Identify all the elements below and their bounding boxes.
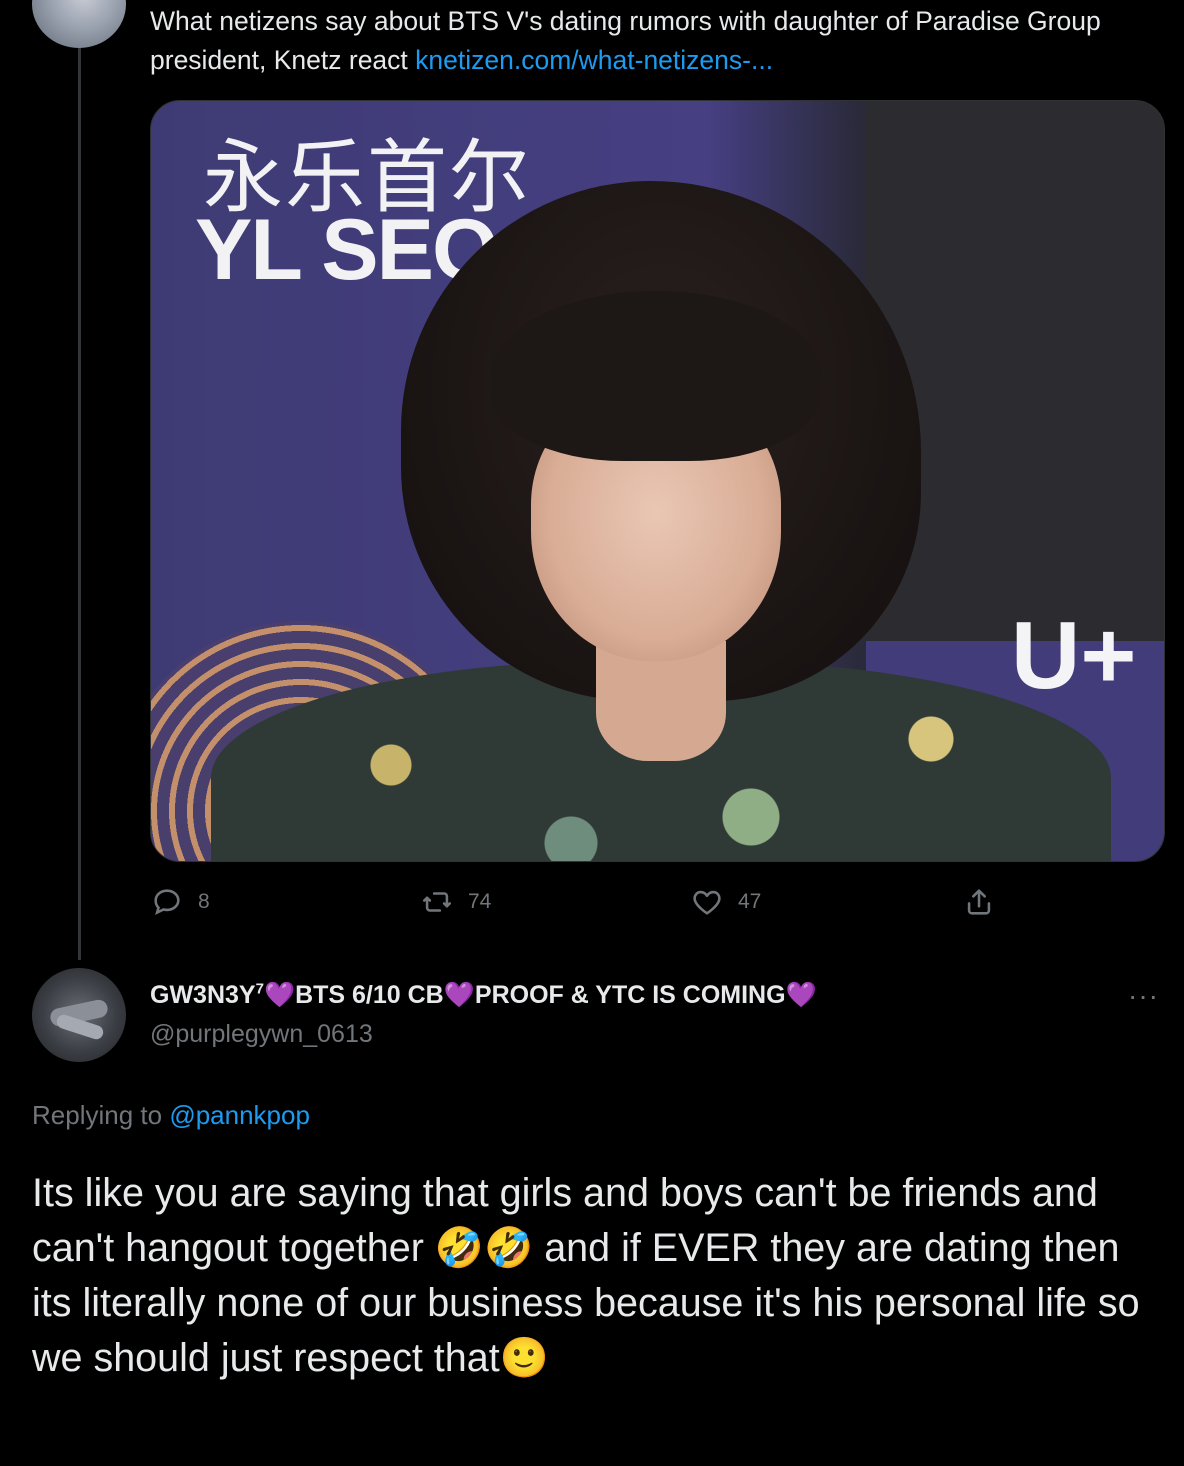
- retweet-icon: [422, 892, 452, 912]
- like-count: 47: [738, 890, 762, 913]
- thread-line: [78, 40, 81, 960]
- purple-heart-icon: 💜: [785, 980, 817, 1009]
- replying-prefix: Replying to: [32, 1100, 170, 1130]
- parent-avatar[interactable]: [32, 0, 126, 48]
- more-options-icon[interactable]: ···: [1128, 980, 1159, 1012]
- share-icon: [967, 889, 991, 915]
- backdrop-panel: [866, 101, 1164, 641]
- purple-heart-icon: 💜: [263, 980, 296, 1009]
- reply-tweet-text: Its like you are saying that girls and b…: [32, 1166, 1162, 1386]
- retweet-action[interactable]: 74: [420, 885, 491, 919]
- laughing-emoji-icon: 🤣🤣: [434, 1225, 534, 1271]
- display-name-superscript: 7: [255, 980, 264, 998]
- display-name-segment-1: BTS 6/10 CB: [295, 981, 444, 1009]
- backdrop-sign-uplus: U+: [1011, 602, 1137, 709]
- smile-emoji-icon: 🙂: [499, 1335, 549, 1381]
- display-name-segment-2: PROOF & YTC IS COMING: [474, 981, 786, 1009]
- replying-to-line: Replying to @pannkpop: [32, 1100, 310, 1131]
- share-action[interactable]: [962, 885, 996, 919]
- reply-count: 8: [198, 890, 210, 913]
- like-action[interactable]: 47: [690, 885, 761, 919]
- reply-icon: [154, 889, 180, 916]
- reply-avatar[interactable]: [32, 968, 126, 1062]
- retweet-count: 74: [468, 890, 492, 913]
- reply-handle[interactable]: @purplegywn_0613: [150, 1020, 373, 1049]
- purple-heart-icon: 💜: [443, 980, 475, 1009]
- replying-to-mention[interactable]: @pannkpop: [169, 1100, 310, 1130]
- display-name-text: GW3N3Y: [150, 981, 256, 1009]
- reply-display-name[interactable]: GW3N3Y7💜BTS 6/10 CB💜PROOF & YTC IS COMIN…: [150, 980, 817, 1010]
- tweet-media-image[interactable]: 永乐首尔 YL SEO U+: [150, 100, 1165, 862]
- person-fringe: [491, 291, 821, 461]
- parent-tweet-link[interactable]: knetizen.com/what-netizens-...: [415, 45, 773, 75]
- tweet-action-bar: 8 74 47: [150, 885, 1170, 925]
- like-icon: [693, 890, 721, 915]
- reply-action[interactable]: 8: [150, 885, 210, 919]
- parent-tweet-text: What netizens say about BTS V's dating r…: [150, 2, 1150, 80]
